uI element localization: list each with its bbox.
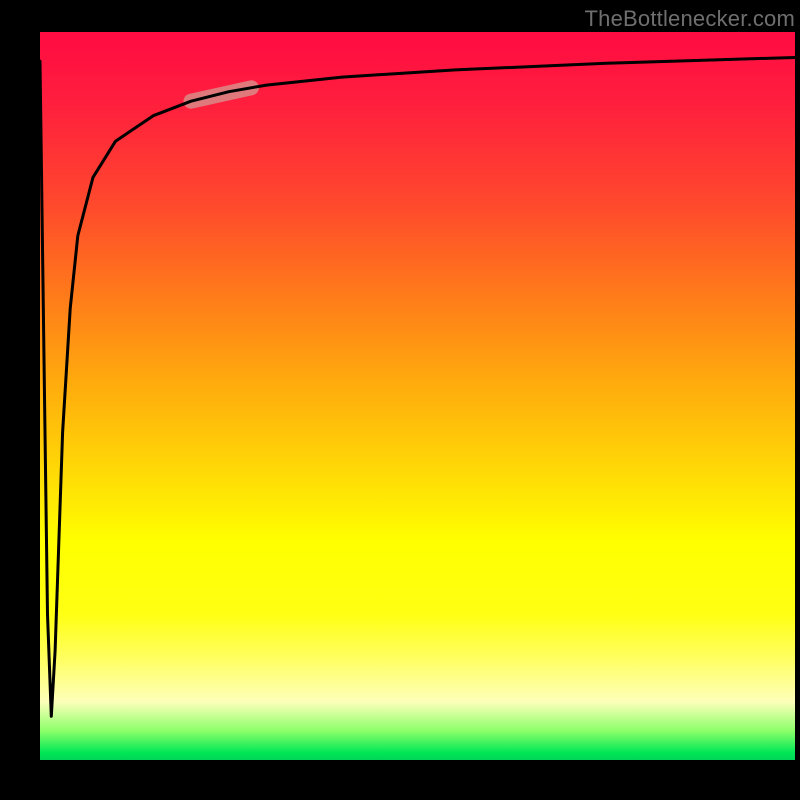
plot-area	[40, 32, 795, 760]
watermark-text: TheBottlenecker.com	[585, 6, 795, 32]
chart-container: TheBottlenecker.com	[0, 0, 800, 800]
